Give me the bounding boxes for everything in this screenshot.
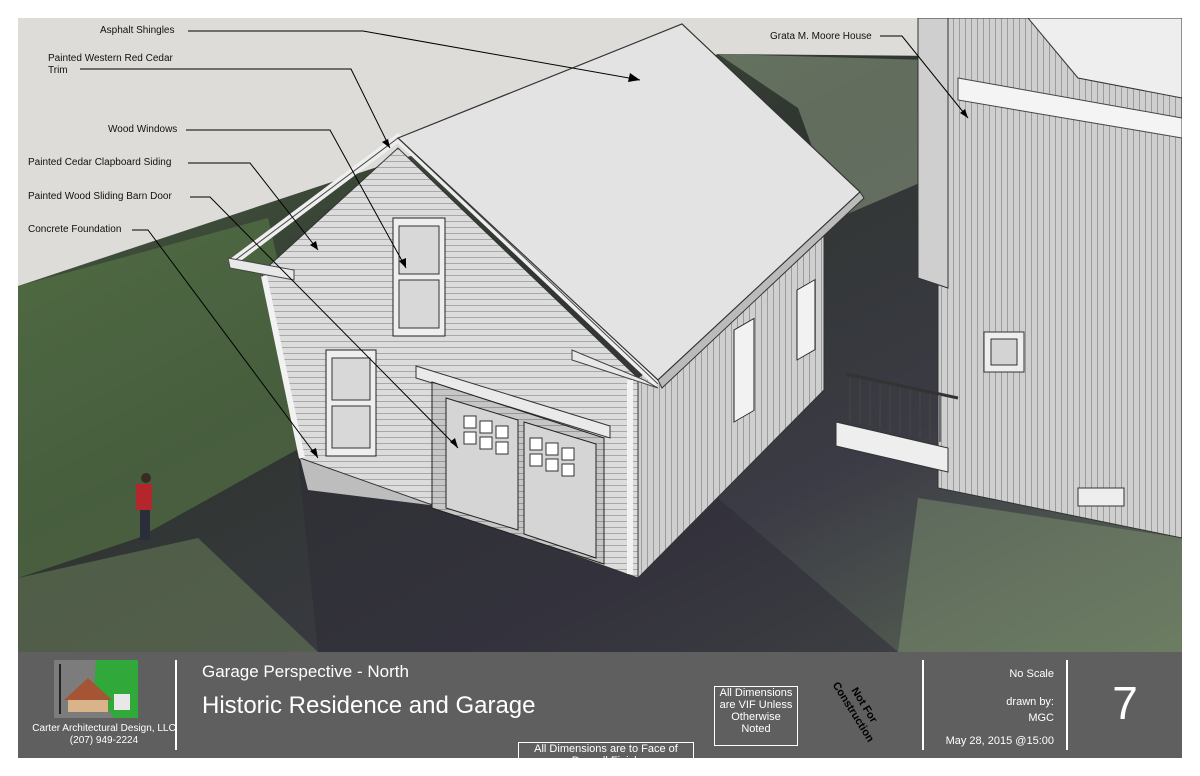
vif-note: All Dimensions are VIF Unless Otherwise … <box>714 686 798 746</box>
not-for-construction-stamp: Not For Construction <box>826 668 890 750</box>
callout-asphalt-shingles: Asphalt Shingles <box>100 25 175 36</box>
drawn-by-label: drawn by: <box>1006 696 1054 708</box>
vif-note-line1: All Dimensions <box>719 687 793 699</box>
drawing-date: May 28, 2015 @15:00 <box>945 735 1054 747</box>
drywall-note-text: All Dimensions are to Face of Drywall Fi… <box>534 743 678 767</box>
callout-cedar-trim-line2: Trim <box>48 65 68 76</box>
divider <box>175 660 177 750</box>
sheet-number: 7 <box>1112 677 1138 729</box>
callout-cedar-trim-line1: Painted Western Red Cedar <box>48 53 173 64</box>
company-phone: (207) 949-2224 <box>69 735 139 746</box>
upper-window <box>392 217 446 337</box>
vif-note-line3: Otherwise <box>731 711 781 723</box>
title-block: Carter Architectural Design, LLC (207) 9… <box>18 652 1182 768</box>
callout-moore-house: Grata M. Moore House <box>770 31 872 42</box>
callout-clapboard-siding: Painted Cedar Clapboard Siding <box>28 157 172 168</box>
callout-barn-door: Painted Wood Sliding Barn Door <box>28 191 172 202</box>
callout-wood-windows: Wood Windows <box>108 124 178 135</box>
callout-foundation: Concrete Foundation <box>28 224 122 235</box>
vif-note-line4: Noted <box>741 723 771 735</box>
lower-window <box>325 349 377 457</box>
drawing-sheet: Asphalt Shingles Painted Western Red Ced… <box>18 18 1182 768</box>
project-title: Historic Residence and Garage <box>202 692 536 719</box>
sheet-subtitle: Garage Perspective - North <box>202 662 409 681</box>
company-name: Carter Architectural Design, LLC <box>32 723 176 734</box>
scale-label: No Scale <box>1009 668 1054 680</box>
company-logo <box>54 660 138 718</box>
divider <box>922 660 924 750</box>
divider <box>1066 660 1068 750</box>
vif-note-line2: are VIF Unless <box>719 699 793 711</box>
garage-perspective-render <box>18 18 1182 652</box>
drawn-by-value: MGC <box>1028 712 1054 724</box>
drywall-note: All Dimensions are to Face of Drywall Fi… <box>518 742 694 768</box>
